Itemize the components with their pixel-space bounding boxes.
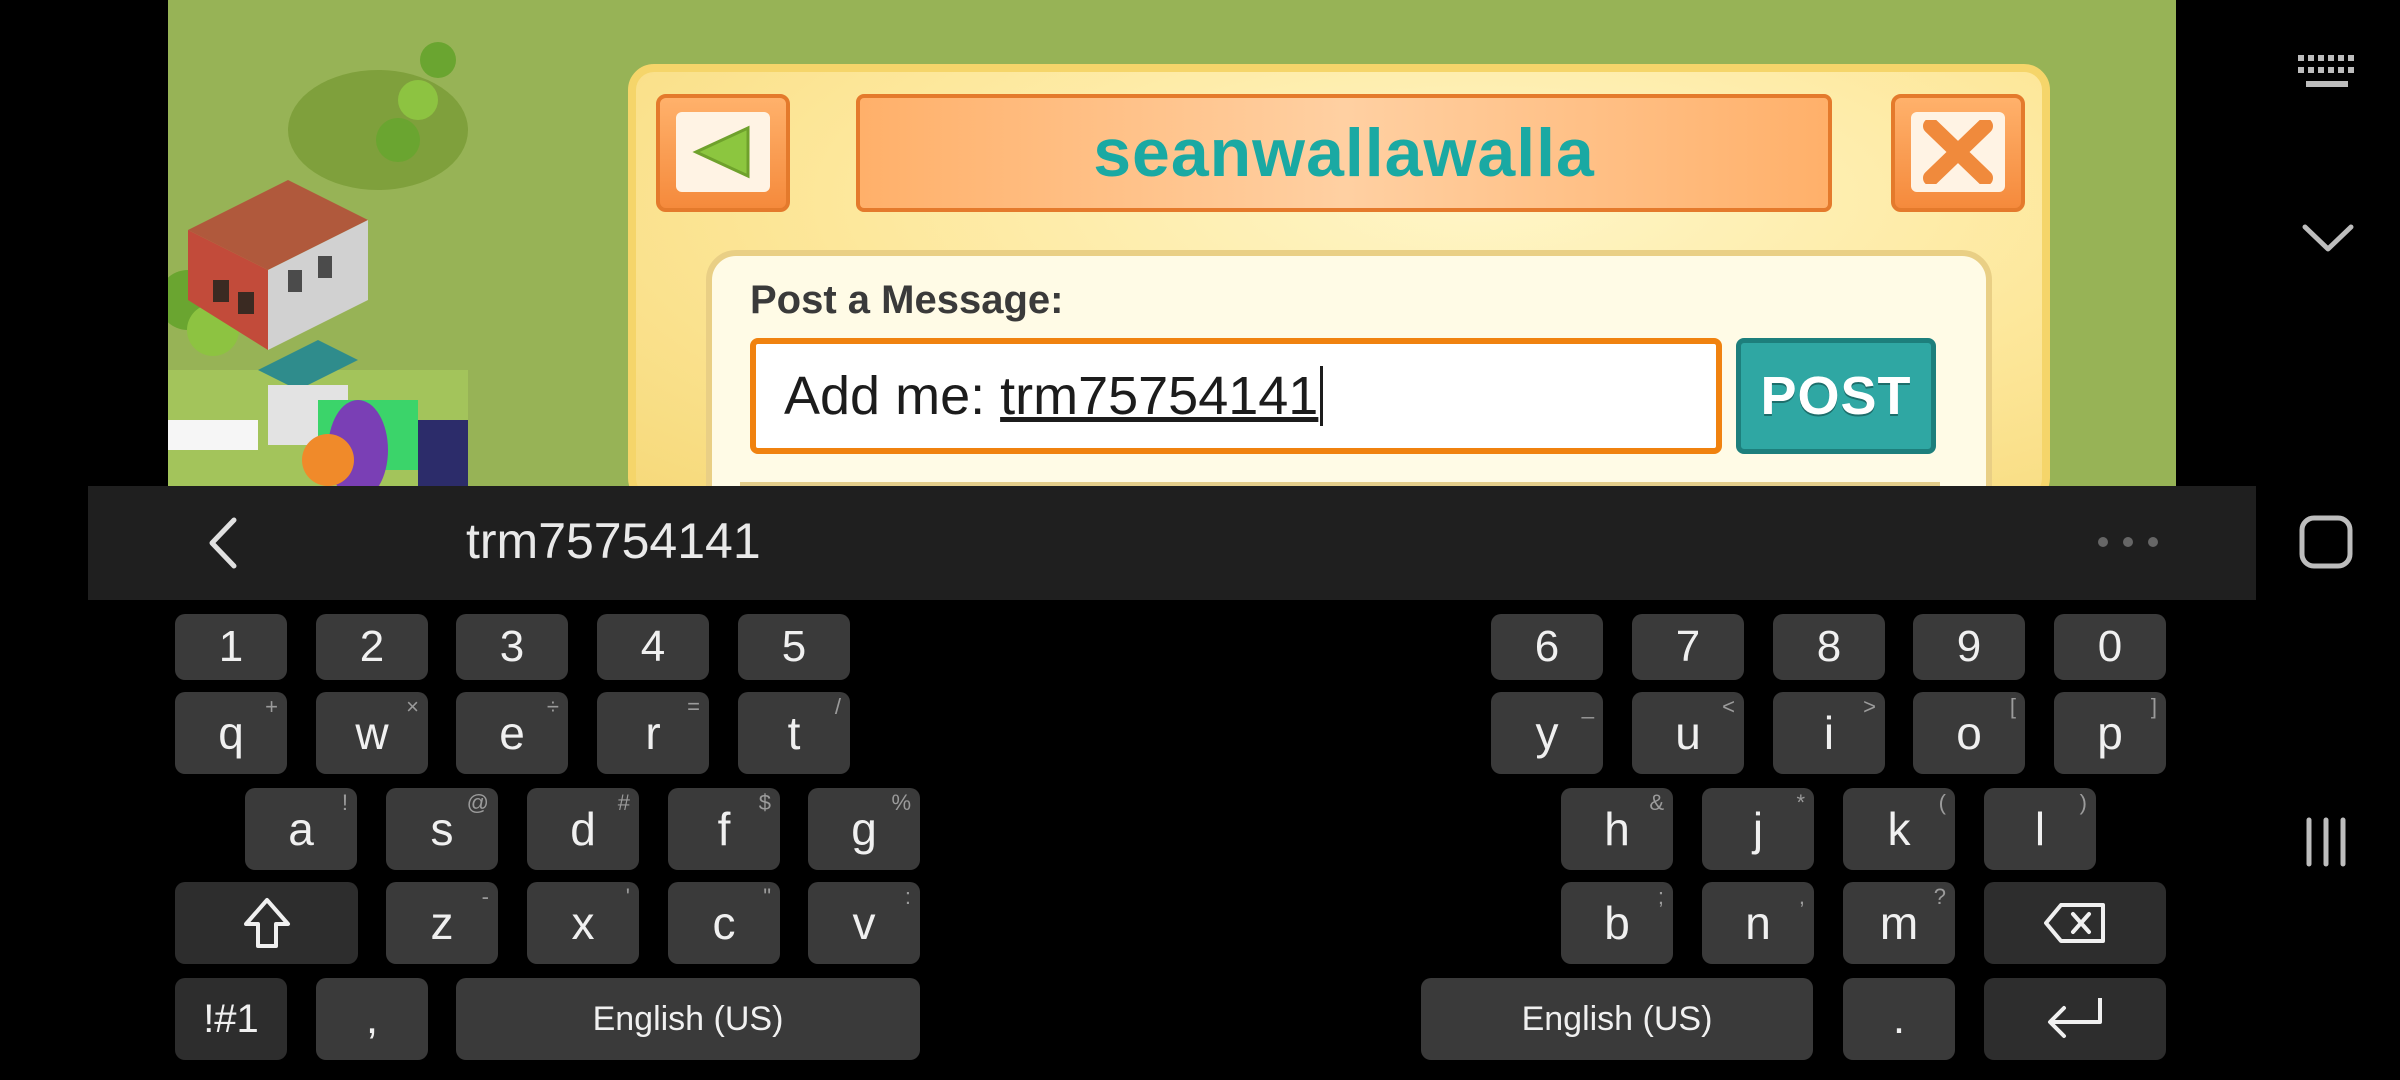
friend-name-banner: seanwallawalla [856, 94, 1832, 212]
key-p[interactable]: p] [2054, 692, 2166, 774]
key-f[interactable]: f $ [668, 788, 780, 870]
symbols-key[interactable]: !#1 [175, 978, 287, 1060]
key-o[interactable]: o[ [1913, 692, 2025, 774]
recents-icon[interactable] [2298, 814, 2354, 870]
chevron-down-icon[interactable] [2298, 218, 2358, 258]
suggestion-word[interactable]: trm75754141 [466, 512, 761, 570]
friend-dialog: seanwallawalla Post a Message: Add me: t… [628, 64, 2050, 486]
key-s[interactable]: s @ [386, 788, 498, 870]
enter-icon [2048, 998, 2102, 1038]
message-prefix: Add me: [784, 366, 1001, 426]
shift-key[interactable] [175, 882, 358, 964]
message-panel: Post a Message: Add me: trm75754141 POST [706, 250, 1992, 486]
shift-icon [243, 898, 290, 948]
key-g[interactable]: g% [808, 788, 920, 870]
enter-key[interactable] [1984, 978, 2166, 1060]
key-b[interactable]: b; [1561, 882, 1673, 964]
key-7[interactable]: 7 [1632, 614, 1744, 680]
key-h[interactable]: h & [1561, 788, 1673, 870]
key-2[interactable]: 2 [316, 614, 428, 680]
back-button[interactable] [656, 94, 790, 212]
key-m[interactable]: m? [1843, 882, 1955, 964]
key-4[interactable]: 4 [597, 614, 709, 680]
key-w[interactable]: w × [316, 692, 428, 774]
key-3[interactable]: 3 [456, 614, 568, 680]
backspace-key[interactable] [1984, 882, 2166, 964]
game-area: seanwallawalla Post a Message: Add me: t… [168, 0, 2176, 486]
space-key-left[interactable]: English (US) [456, 978, 920, 1060]
key-q[interactable]: q + [175, 692, 287, 774]
space-key-right[interactable]: English (US) [1421, 978, 1813, 1060]
home-icon[interactable] [2296, 512, 2356, 572]
key-d[interactable]: d # [527, 788, 639, 870]
keyboard-icon[interactable] [2296, 48, 2358, 94]
key-5[interactable]: 5 [738, 614, 850, 680]
key-1[interactable]: 1 [175, 614, 287, 680]
message-word: trm75754141 [1000, 366, 1319, 426]
friend-name: seanwallawalla [1093, 115, 1595, 191]
key-k[interactable]: k( [1843, 788, 1955, 870]
key-6[interactable]: 6 [1491, 614, 1603, 680]
key-9[interactable]: 9 [1913, 614, 2025, 680]
key-0[interactable]: 0 [2054, 614, 2166, 680]
key-u[interactable]: u < [1632, 692, 1744, 774]
post-button[interactable]: POST [1736, 338, 1936, 454]
post-message-label: Post a Message: [750, 278, 1064, 322]
key-n[interactable]: n, [1702, 882, 1814, 964]
comma-key[interactable]: , [316, 978, 428, 1060]
key-e[interactable]: e ÷ [456, 692, 568, 774]
suggestion-bar: trm75754141 [88, 486, 2256, 600]
key-8[interactable]: 8 [1773, 614, 1885, 680]
key-j[interactable]: j * [1702, 788, 1814, 870]
key-z[interactable]: z- [386, 882, 498, 964]
town-scene [168, 0, 468, 486]
key-i[interactable]: i > [1773, 692, 1885, 774]
key-c[interactable]: c " [668, 882, 780, 964]
chevron-left-icon [209, 517, 237, 569]
more-dots-icon[interactable] [2098, 534, 2158, 550]
key-l[interactable]: l) [1984, 788, 2096, 870]
close-button[interactable] [1891, 94, 2025, 212]
period-key[interactable]: . [1843, 978, 1955, 1060]
text-cursor [1320, 366, 1324, 426]
key-t[interactable]: t / [738, 692, 850, 774]
close-x-icon [1923, 120, 1993, 184]
key-y[interactable]: y _ [1491, 692, 1603, 774]
post-button-label: POST [1760, 366, 1912, 426]
key-x[interactable]: x ' [527, 882, 639, 964]
back-arrow-icon [692, 125, 750, 179]
message-input[interactable]: Add me: trm75754141 [750, 338, 1722, 454]
key-v[interactable]: v: [808, 882, 920, 964]
backspace-icon [2044, 903, 2105, 943]
suggestion-back-button[interactable] [196, 516, 250, 570]
key-r[interactable]: r = [597, 692, 709, 774]
key-a[interactable]: a! [245, 788, 357, 870]
